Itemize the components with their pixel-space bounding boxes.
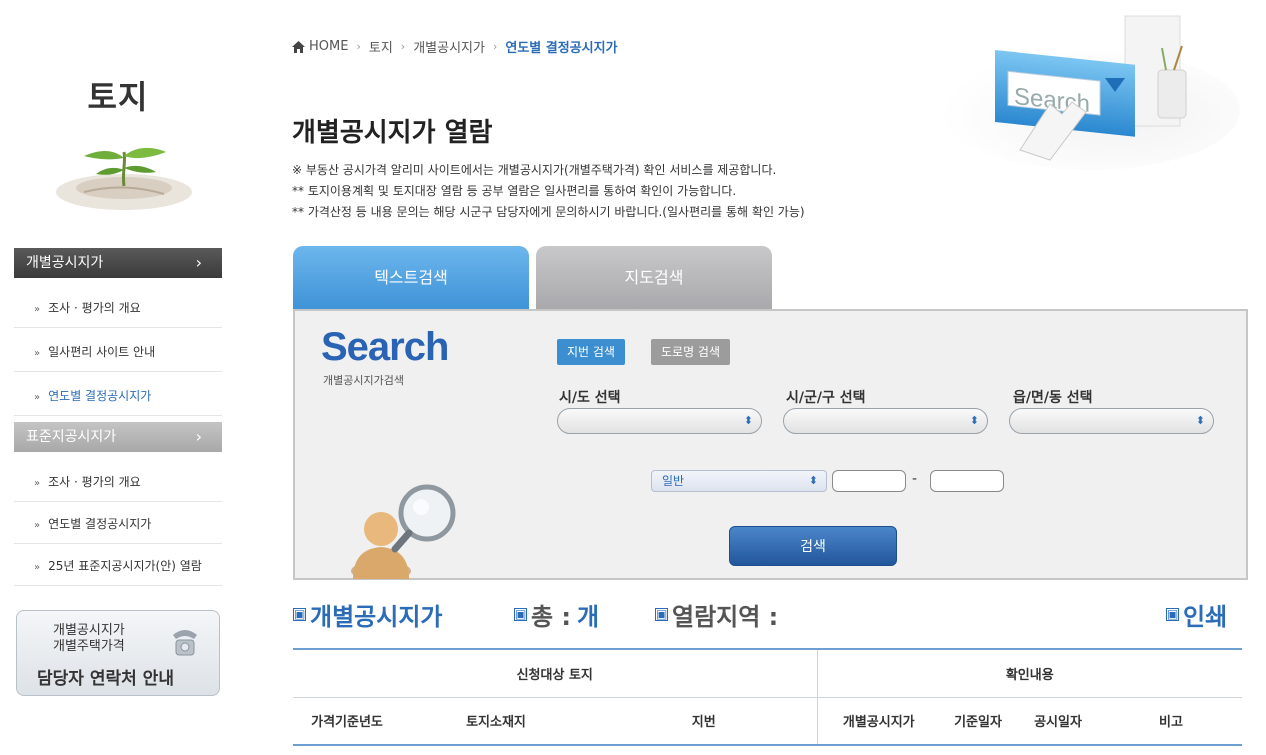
square-bullet-icon: ▣ xyxy=(1166,607,1179,621)
breadcrumb-home[interactable]: HOME xyxy=(309,39,348,54)
contact-line1: 개별공시지가 xyxy=(53,623,125,638)
col-base-date: 기준일자 xyxy=(940,697,1016,746)
col-announce-date: 공시일자 xyxy=(1016,697,1100,746)
menu-standard-land-price[interactable]: 표준지공시지가 › xyxy=(14,422,222,452)
eupmyeondong-label: 읍/면/동 선택 xyxy=(1013,390,1093,406)
chevron-right-icon: › xyxy=(195,253,202,272)
road-name-search-button[interactable]: 도로명 검색 xyxy=(651,339,731,365)
breadcrumb-separator: › xyxy=(400,40,406,53)
sido-label: 시/도 선택 xyxy=(559,390,621,406)
home-icon xyxy=(292,40,305,53)
menu-item-label: 조사 · 평가의 개요 xyxy=(48,301,141,315)
search-submit-button[interactable]: 검색 xyxy=(729,526,897,566)
menu-item-std-yearly-price[interactable]: » 연도별 결정공시지가 xyxy=(14,504,222,544)
menu-item-ilsapyeonri-guide[interactable]: » 일사편리 사이트 안내 xyxy=(14,332,222,372)
breadcrumb-separator: › xyxy=(356,40,361,53)
table-group-target-land: 신청대상 토지 xyxy=(293,648,817,698)
tab-text-search[interactable]: 텍스트검색 xyxy=(293,246,529,309)
menu-item-label: 25년 표준지공시지가(안) 열람 xyxy=(48,559,202,573)
square-bullet-icon: ▣ xyxy=(293,607,306,621)
eupmyeondong-select[interactable]: ⬍ xyxy=(1009,408,1214,434)
result-section-title: ▣ 개별공시지가 xyxy=(293,597,442,632)
notice-text: ※ 부동산 공시가격 알리미 사이트에서는 개별공시지가(개별주택가격) 확인 … xyxy=(292,160,805,223)
lot-type-select[interactable]: 일반 ⬍ xyxy=(651,470,827,492)
result-region-label: 열람지역 : xyxy=(672,603,779,631)
double-arrow-icon: » xyxy=(34,520,41,531)
menu-individual-land-price[interactable]: 개별공시지가 › xyxy=(14,248,222,278)
magnifier-person-illustration xyxy=(351,484,456,579)
col-remarks: 비고 xyxy=(1100,697,1242,746)
result-section-label: 개별공시지가 xyxy=(310,603,443,631)
double-arrow-icon: » xyxy=(34,392,41,403)
telephone-icon xyxy=(173,630,197,656)
menu-item-std-survey-overview[interactable]: » 조사 · 평가의 개요 xyxy=(14,462,222,502)
menu-item-label: 연도별 결정공시지가 xyxy=(48,389,152,403)
page-title: 개별공시지가 열람 xyxy=(292,118,493,148)
menu-head-label: 표준지공시지가 xyxy=(26,429,117,445)
breadcrumb: HOME › 토지 › 개별공시지가 › 연도별 결정공시지가 xyxy=(292,37,618,56)
select-arrows-icon: ⬍ xyxy=(1195,414,1205,427)
double-arrow-icon: » xyxy=(34,304,41,315)
search-panel: Search 개별공시지가검색 지번 검색 도로명 검색 시/도 선택 시/군/… xyxy=(293,309,1248,580)
contact-line3: 담당자 연락처 안내 xyxy=(37,669,174,689)
result-total-label: 총 : xyxy=(531,603,572,631)
breadcrumb-land[interactable]: 토지 xyxy=(369,37,393,56)
menu-item-yearly-price-active[interactable]: » 연도별 결정공시지가 xyxy=(14,376,222,416)
select-arrows-icon: ⬍ xyxy=(969,414,979,427)
menu-item-label: 연도별 결정공시지가 xyxy=(48,517,152,531)
menu-head-label: 개별공시지가 xyxy=(26,255,104,271)
double-arrow-icon: » xyxy=(34,478,41,489)
sigungu-select[interactable]: ⬍ xyxy=(783,408,988,434)
square-bullet-icon: ▣ xyxy=(655,607,668,621)
contact-line2: 개별주택가격 xyxy=(53,639,125,654)
sub-lot-number-input[interactable] xyxy=(930,470,1004,492)
menu-item-std-draft-view[interactable]: » 25년 표준지공시지가(안) 열람 xyxy=(14,546,222,586)
notice-line: ※ 부동산 공시가격 알리미 사이트에서는 개별공시지가(개별주택가격) 확인 … xyxy=(292,163,777,177)
search-hero-illustration: Search xyxy=(940,15,1240,170)
menu-item-survey-overview[interactable]: » 조사 · 평가의 개요 xyxy=(14,288,222,328)
col-lot-number: 지번 xyxy=(591,697,817,746)
tab-map-search[interactable]: 지도검색 xyxy=(536,246,772,309)
notice-line: ** 토지이용계획 및 토지대장 열람 등 공부 열람은 일사편리를 통하여 확… xyxy=(292,184,737,198)
chevron-right-icon: › xyxy=(195,427,202,446)
sidebar: 토지 개별공시지가 › » 조사 · 평가의 개요 » 일사편리 사이트 안내 » 연… xyxy=(14,0,222,755)
sigungu-label: 시/군/구 선택 xyxy=(786,390,866,406)
col-land-location: 토지소재지 xyxy=(401,697,591,746)
lot-dash: - xyxy=(912,471,918,487)
sprout-illustration xyxy=(56,147,192,210)
col-individual-price: 개별공시지가 xyxy=(816,697,940,746)
table-group-confirmation: 확인내용 xyxy=(816,648,1242,698)
search-logo: Search xyxy=(321,325,449,369)
search-subtitle: 개별공시지가검색 xyxy=(323,374,404,387)
square-bullet-icon: ▣ xyxy=(514,607,527,621)
result-total-value: 개 xyxy=(577,603,600,631)
breadcrumb-current: 연도별 결정공시지가 xyxy=(505,41,618,56)
select-arrows-icon: ⬍ xyxy=(808,474,818,487)
contact-guide-button[interactable]: 개별공시지가 개별주택가격 담당자 연락처 안내 xyxy=(16,610,220,696)
print-link[interactable]: ▣ 인쇄 xyxy=(1166,597,1227,632)
breadcrumb-individual-price[interactable]: 개별공시지가 xyxy=(413,37,485,56)
menu-item-label: 조사 · 평가의 개요 xyxy=(48,475,141,489)
print-label: 인쇄 xyxy=(1183,603,1228,631)
result-total: ▣ 총 : 개 xyxy=(514,597,599,632)
lot-type-value: 일반 xyxy=(662,474,685,488)
breadcrumb-separator: › xyxy=(492,40,498,53)
result-table: 신청대상 토지 확인내용 가격기준년도 토지소재지 지번 개별공시지가 기준일자… xyxy=(293,648,1242,746)
result-region: ▣ 열람지역 : xyxy=(655,597,778,632)
menu-item-label: 일사편리 사이트 안내 xyxy=(48,345,156,359)
col-base-year: 가격기준년도 xyxy=(293,697,401,746)
notice-line: ** 가격산정 등 내용 문의는 해당 시군구 담당자에게 문의하시기 바랍니다… xyxy=(292,205,805,219)
sidebar-title: 토지 xyxy=(87,78,149,116)
sido-select[interactable]: ⬍ xyxy=(557,408,762,434)
double-arrow-icon: » xyxy=(34,562,41,573)
double-arrow-icon: » xyxy=(34,348,41,359)
select-arrows-icon: ⬍ xyxy=(743,414,753,427)
jibun-search-button[interactable]: 지번 검색 xyxy=(557,339,625,365)
main-lot-number-input[interactable] xyxy=(832,470,906,492)
